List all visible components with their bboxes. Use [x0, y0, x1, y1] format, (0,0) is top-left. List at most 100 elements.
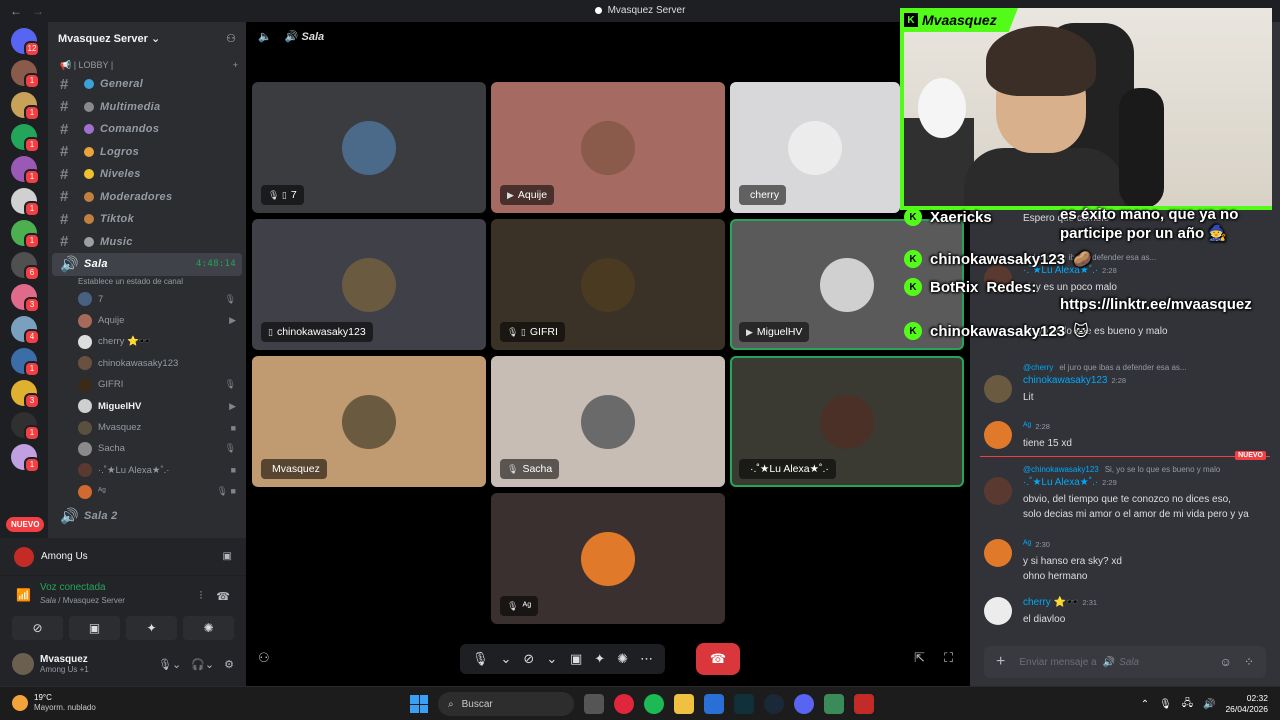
- participant-tile[interactable]: cherry: [730, 82, 900, 213]
- soundboard-button[interactable]: ✺: [183, 616, 234, 640]
- participant-tile[interactable]: ·.˚★Lu Alexa★˚.·: [730, 356, 964, 487]
- participant-tile[interactable]: Mvasquez: [252, 356, 486, 487]
- screen-share-icon[interactable]: ▣: [223, 551, 232, 562]
- microphone-icon[interactable]: 🎙⌄: [158, 658, 181, 671]
- network-icon[interactable]: 🖧: [1182, 696, 1193, 713]
- hang-up-button[interactable]: ☎: [696, 643, 740, 675]
- store-icon[interactable]: [704, 694, 724, 714]
- voice-user[interactable]: ·.˚★Lu Alexa★˚.· ■: [48, 460, 246, 481]
- participant-tile[interactable]: ▶ Aquije: [491, 82, 725, 213]
- settings-gear-icon[interactable]: ⚙: [224, 658, 234, 671]
- screen-share-icon[interactable]: ▣: [566, 651, 586, 667]
- add-person-icon[interactable]: ⚇: [258, 650, 270, 666]
- activity-row[interactable]: Among Us ▣: [0, 538, 246, 576]
- text-channel[interactable]: # Moderadores: [48, 186, 246, 209]
- screen-share-button[interactable]: ▣: [69, 616, 120, 640]
- opera-icon[interactable]: [614, 694, 634, 714]
- voice-user[interactable]: 7 🎙: [48, 289, 246, 310]
- add-member-icon[interactable]: ⚇: [226, 32, 236, 45]
- server-icon[interactable]: 1: [11, 348, 40, 377]
- add-attachment-icon[interactable]: +: [996, 653, 1005, 671]
- voice-channel-sala[interactable]: 🔊 Sala 4:48:14: [52, 253, 242, 276]
- server-icon[interactable]: 12: [11, 28, 40, 57]
- voice-user[interactable]: cherry ⭐🕶️: [48, 331, 246, 352]
- participant-tile[interactable]: 🎙 Sacha: [491, 356, 725, 487]
- server-icon[interactable]: 1: [11, 412, 40, 441]
- channel-status-hint[interactable]: Establece un estado de canal: [48, 277, 246, 286]
- server-icon[interactable]: 6: [11, 252, 40, 281]
- server-icon[interactable]: 1: [11, 156, 40, 185]
- terminal-icon[interactable]: [734, 694, 754, 714]
- emoji-icon[interactable]: ☺: [1220, 655, 1232, 669]
- text-channel[interactable]: # Multimedia: [48, 96, 246, 119]
- discord-icon[interactable]: [794, 694, 814, 714]
- volume-icon[interactable]: 🔈: [258, 31, 272, 43]
- avatar[interactable]: [984, 477, 1012, 505]
- camera-off-icon[interactable]: ⊘: [519, 651, 538, 667]
- chevron-down-icon[interactable]: ⌄: [497, 651, 516, 667]
- server-icon[interactable]: 1: [11, 92, 40, 121]
- app-icon[interactable]: [824, 694, 844, 714]
- participant-tile[interactable]: ▯ chinokawasaky123: [252, 219, 486, 350]
- file-explorer-icon[interactable]: [674, 694, 694, 714]
- camera-button[interactable]: ⊘: [12, 616, 63, 640]
- text-channel[interactable]: # Logros: [48, 141, 246, 164]
- volume-icon[interactable]: 🔊: [1203, 699, 1215, 710]
- activity-button[interactable]: ✦: [126, 616, 177, 640]
- steam-icon[interactable]: [764, 694, 784, 714]
- avatar[interactable]: [984, 539, 1012, 567]
- message-author[interactable]: ·.˚★Lu Alexa★˚.· 2:29: [1023, 477, 1117, 488]
- noise-suppression-icon[interactable]: ⫶: [200, 590, 203, 603]
- weather-widget[interactable]: 19°C Mayorm. nublado: [12, 693, 96, 713]
- voice-user[interactable]: Aquije ▶: [48, 310, 246, 331]
- participant-tile[interactable]: 🎙 ▯ 7: [252, 82, 486, 213]
- activity-icon[interactable]: ✦: [590, 651, 609, 667]
- among-us-icon[interactable]: [854, 694, 874, 714]
- server-icon[interactable]: 3: [11, 380, 40, 409]
- text-channel[interactable]: # Comandos: [48, 118, 246, 141]
- channel-category[interactable]: 📢 | LOBBY | +: [48, 54, 246, 73]
- taskbar-search[interactable]: ⌕ Buscar: [438, 692, 574, 716]
- microphone-icon[interactable]: 🎙: [468, 651, 493, 667]
- message-author[interactable]: cherry ⭐🕶️ 2:31: [1023, 597, 1097, 608]
- text-channel[interactable]: # Niveles: [48, 163, 246, 186]
- message-input[interactable]: + Enviar mensaje a 🔊 Sala ☺ ⁘: [984, 646, 1266, 678]
- voice-channel-sala-2[interactable]: 🔊 Sala 2: [48, 504, 246, 527]
- windows-start-icon[interactable]: [410, 695, 428, 713]
- voice-user[interactable]: ᴬᵍ 🎙 ■: [48, 481, 246, 502]
- clock[interactable]: 02:32 26/04/2026: [1225, 693, 1268, 715]
- message-author[interactable]: ᴬᵍ 2:30: [1023, 539, 1050, 550]
- voice-user[interactable]: Sacha 🎙: [48, 438, 246, 459]
- voice-user[interactable]: MiguelHV ▶: [48, 395, 246, 416]
- voice-user[interactable]: chinokawasaky123: [48, 353, 246, 374]
- pop-out-icon[interactable]: ⇱: [914, 650, 925, 666]
- message-author[interactable]: ᴬᵍ 2:28: [1023, 421, 1050, 432]
- apps-icon[interactable]: ⁘: [1244, 655, 1254, 669]
- disconnect-icon[interactable]: ☎: [216, 590, 230, 603]
- server-header[interactable]: Mvasquez Server ⌄ ⚇: [48, 22, 246, 54]
- text-channel[interactable]: # Tiktok: [48, 208, 246, 231]
- avatar[interactable]: [984, 421, 1012, 449]
- text-channel[interactable]: # General: [48, 73, 246, 96]
- server-icon[interactable]: 1: [11, 444, 40, 473]
- server-icon[interactable]: 1: [11, 188, 40, 217]
- voice-user[interactable]: GIFRI 🎙: [48, 374, 246, 395]
- text-channel[interactable]: # Music: [48, 231, 246, 254]
- spotify-icon[interactable]: [644, 694, 664, 714]
- avatar[interactable]: [984, 375, 1012, 403]
- task-view-icon[interactable]: [584, 694, 604, 714]
- microphone-icon[interactable]: 🎙: [1159, 699, 1172, 710]
- more-icon[interactable]: ⋯: [636, 651, 657, 667]
- fullscreen-icon[interactable]: ⛶: [944, 650, 953, 666]
- server-icon[interactable]: 3: [11, 284, 40, 313]
- avatar[interactable]: [12, 653, 34, 675]
- chevron-up-icon[interactable]: ⌃: [1141, 699, 1149, 710]
- reply-preview[interactable]: @chinokawasaky123 Si, yo se lo que es bue…: [1023, 465, 1220, 474]
- reply-preview[interactable]: @cherry el juro que ibas a defender esa a…: [1023, 363, 1187, 372]
- server-icon[interactable]: 1: [11, 220, 40, 249]
- message-author[interactable]: chinokawasaky123 2:28: [1023, 375, 1126, 386]
- participant-tile[interactable]: 🎙 ▯ GIFRI: [491, 219, 725, 350]
- voice-user[interactable]: Mvasquez ■: [48, 417, 246, 438]
- server-icon[interactable]: 4: [11, 316, 40, 345]
- add-channel-icon[interactable]: +: [233, 60, 238, 71]
